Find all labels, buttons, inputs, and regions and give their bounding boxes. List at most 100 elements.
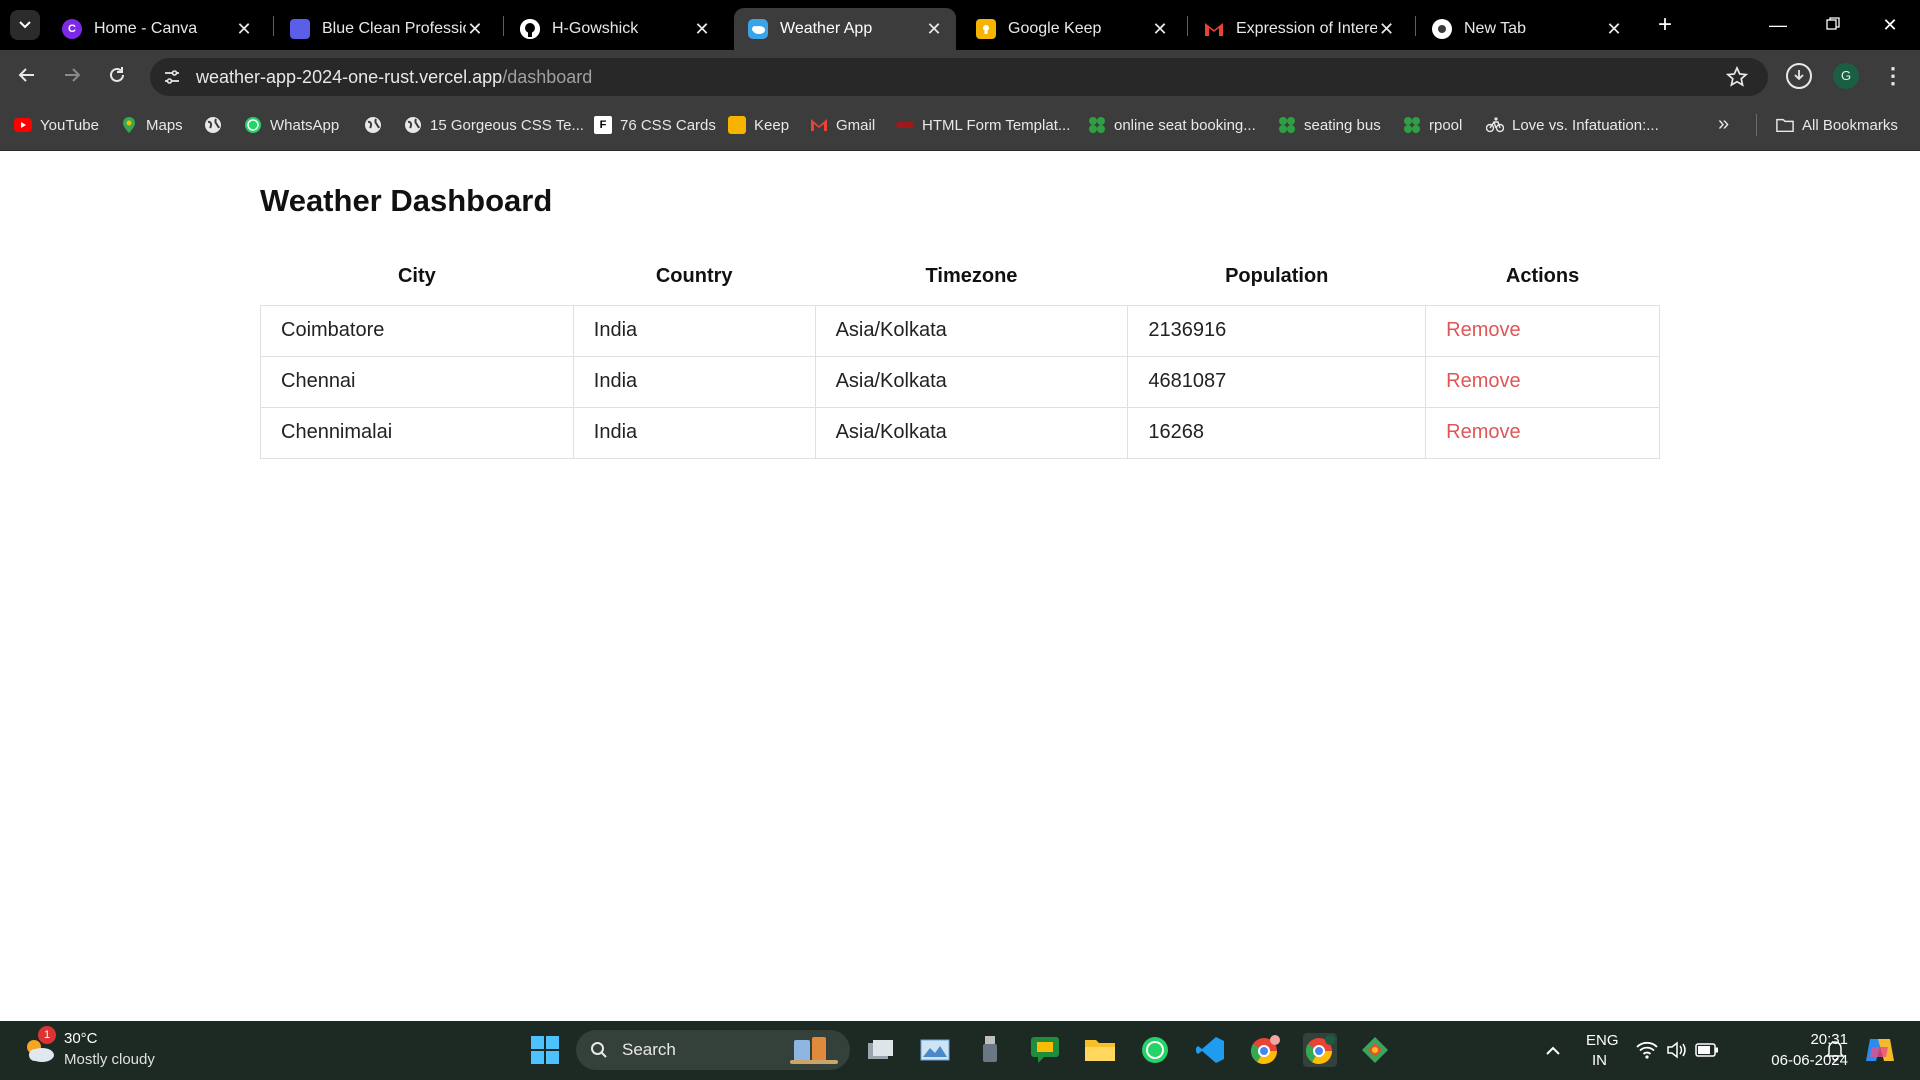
tab-title: Home - Canva — [94, 20, 198, 37]
chevron-up-icon[interactable] — [1536, 1033, 1570, 1067]
bookmark-whatsapp[interactable]: WhatsApp — [244, 114, 339, 136]
taskbar-search[interactable]: Search — [576, 1030, 850, 1070]
cell-population: 2136916 — [1127, 304, 1427, 357]
column-header-country: Country — [655, 265, 733, 288]
tab-divider — [503, 16, 504, 36]
notification-bell-icon[interactable] — [1818, 1033, 1852, 1067]
remove-button[interactable]: Remove — [1446, 319, 1520, 341]
page-title: Weather Dashboard — [260, 183, 553, 218]
bookmark-youtube[interactable]: YouTube — [14, 114, 99, 136]
profile-avatar[interactable]: G — [1833, 63, 1859, 89]
usb-device-icon[interactable] — [973, 1033, 1007, 1067]
all-bookmarks[interactable]: All Bookmarks — [1776, 114, 1898, 136]
chevron-down-icon — [19, 21, 31, 29]
start-button[interactable] — [528, 1033, 562, 1067]
forward-button[interactable] — [57, 60, 87, 90]
restore-button[interactable] — [1813, 10, 1853, 40]
tab-new-tab[interactable]: New Tab ✕ — [1418, 8, 1636, 50]
lang-line-1[interactable]: ENG — [1586, 1032, 1619, 1049]
minimize-button[interactable]: — — [1758, 10, 1798, 40]
bookmark-gmail[interactable]: Gmail — [810, 114, 875, 136]
tab-google-keep[interactable]: Google Keep ✕ — [962, 8, 1182, 50]
remove-button[interactable]: Remove — [1446, 370, 1520, 392]
page-content: Weather Dashboard City Country Timezone … — [0, 151, 1920, 1021]
windows-taskbar: 1 30°C Mostly cloudy Search ENG IN 20:31… — [0, 1021, 1920, 1080]
cell-actions: Remove — [1425, 406, 1660, 459]
tab-weather-app[interactable]: Weather App ✕ — [734, 8, 956, 50]
weather-icon — [748, 19, 768, 39]
tab-gmail[interactable]: Expression of Interes ✕ — [1190, 8, 1408, 50]
close-icon[interactable]: ✕ — [234, 19, 254, 40]
bookmark-label: Keep — [754, 116, 790, 134]
cell-city: Chennai — [260, 355, 574, 408]
bookmark-seating-bus[interactable]: seating bus — [1278, 114, 1381, 136]
reload-button[interactable] — [102, 60, 132, 90]
bookmark-globe-2[interactable] — [364, 114, 390, 136]
weather-badge: 1 — [38, 1026, 56, 1044]
remove-button[interactable]: Remove — [1446, 421, 1520, 443]
gmail-icon — [1204, 19, 1224, 39]
window-close-button[interactable]: ✕ — [1870, 10, 1910, 40]
cell-population: 4681087 — [1127, 355, 1427, 408]
snipping-tool-icon[interactable] — [1358, 1033, 1392, 1067]
battery-icon[interactable] — [1690, 1033, 1724, 1067]
tab-search-button[interactable] — [10, 10, 40, 40]
google-chat-icon[interactable] — [1028, 1033, 1062, 1067]
bookmark-rpool[interactable]: rpool — [1403, 114, 1462, 136]
bookmark-label: Love vs. Infatuation:... — [1512, 116, 1659, 134]
cities-table: City Country Timezone Population Actions… — [260, 249, 1660, 459]
more-menu-icon[interactable]: ⋮ — [1880, 63, 1906, 89]
wifi-icon[interactable] — [1630, 1033, 1664, 1067]
bookmark-seat-booking[interactable]: online seat booking... — [1088, 114, 1256, 136]
more-bookmarks-icon[interactable]: » — [1718, 113, 1729, 136]
file-explorer-icon[interactable] — [1083, 1033, 1117, 1067]
bookmark-star-icon[interactable] — [1724, 64, 1750, 90]
bookmark-css-cards[interactable]: F 76 CSS Cards — [594, 114, 716, 136]
cell-country: India — [572, 406, 816, 459]
close-icon[interactable]: ✕ — [466, 19, 484, 40]
bookmark-label: WhatsApp — [270, 116, 340, 134]
tab-github[interactable]: H-Gowshick ✕ — [506, 8, 724, 50]
chrome-active-icon[interactable] — [1303, 1033, 1337, 1067]
weather-temp: 30°C — [64, 1030, 98, 1047]
clover-icon — [1278, 116, 1296, 134]
keep-icon — [728, 116, 746, 134]
close-icon[interactable]: ✕ — [692, 19, 712, 40]
search-icon — [591, 1042, 607, 1058]
tab-divider — [1415, 16, 1416, 36]
close-icon[interactable]: ✕ — [1377, 19, 1396, 40]
address-bar[interactable]: weather-app-2024-one-rust.vercel.app/das… — [150, 58, 1768, 96]
lang-line-2[interactable]: IN — [1592, 1052, 1607, 1069]
bookmark-html-form[interactable]: HTML Form Templat... — [896, 114, 1070, 136]
back-button[interactable] — [12, 60, 42, 90]
bookmark-label: seating bus — [1304, 116, 1381, 134]
bookmark-css-textures[interactable]: 15 Gorgeous CSS Te... — [404, 114, 584, 136]
bookmark-globe-1[interactable] — [204, 114, 230, 136]
globe-icon — [364, 116, 382, 134]
volume-icon[interactable] — [1660, 1033, 1694, 1067]
tab-title: New Tab — [1464, 20, 1526, 37]
chrome-icon — [1432, 19, 1452, 39]
cell-actions: Remove — [1425, 355, 1660, 408]
close-icon[interactable]: ✕ — [1150, 19, 1170, 40]
tab-home-canva[interactable]: C Home - Canva ✕ — [48, 8, 266, 50]
weather-condition: Mostly cloudy — [64, 1051, 155, 1068]
tab-blue-clean[interactable]: Blue Clean Profession ✕ — [276, 8, 496, 50]
copilot-icon[interactable] — [1863, 1033, 1897, 1067]
task-view-icon[interactable] — [864, 1033, 898, 1067]
close-icon[interactable]: ✕ — [924, 19, 944, 40]
bookmark-keep[interactable]: Keep — [728, 114, 789, 136]
close-icon[interactable]: ✕ — [1604, 19, 1624, 40]
canva-doc-icon — [290, 19, 310, 39]
photos-icon[interactable] — [918, 1033, 952, 1067]
bookmark-maps[interactable]: Maps — [120, 114, 183, 136]
chrome-profile-icon[interactable] — [1248, 1033, 1282, 1067]
vscode-icon[interactable] — [1193, 1033, 1227, 1067]
bookmark-love-infatuation[interactable]: Love vs. Infatuation:... — [1486, 114, 1659, 136]
whatsapp-icon[interactable] — [1138, 1033, 1172, 1067]
github-icon — [520, 19, 540, 39]
downloads-button[interactable] — [1786, 63, 1812, 89]
site-info-icon[interactable] — [160, 65, 184, 89]
new-tab-button[interactable]: + — [1652, 12, 1678, 38]
url-text[interactable]: weather-app-2024-one-rust.vercel.app/das… — [196, 67, 592, 88]
